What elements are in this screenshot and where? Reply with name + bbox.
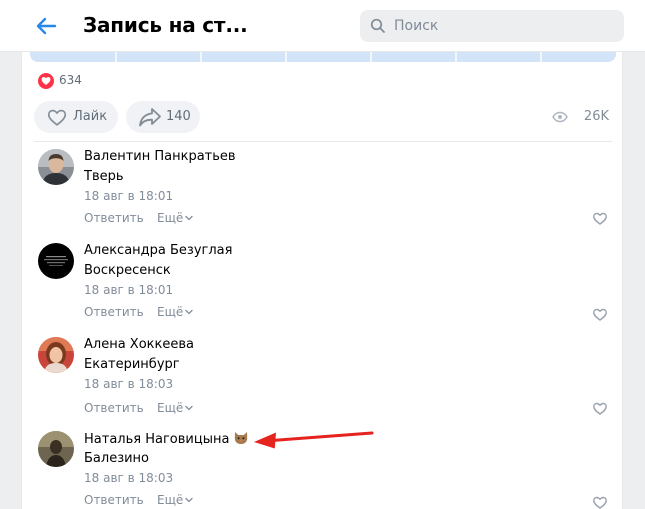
post-media[interactable] bbox=[30, 52, 616, 62]
reply-button[interactable]: Ответить bbox=[84, 305, 144, 319]
comment-date[interactable]: 18 авг в 18:01 bbox=[84, 283, 173, 297]
more-button[interactable]: Ещё bbox=[157, 211, 193, 225]
share-icon bbox=[139, 108, 161, 127]
search-icon bbox=[370, 18, 385, 33]
comment-item: Валентин Панкратьев Тверь 18 авг в 18:01… bbox=[22, 149, 622, 243]
share-count: 140 bbox=[166, 109, 191, 124]
comment-author[interactable]: Александра Безуглая bbox=[84, 243, 232, 258]
more-label: Ещё bbox=[157, 401, 184, 415]
avatar[interactable] bbox=[38, 243, 74, 279]
comment-author[interactable]: Валентин Панкратьев bbox=[84, 149, 236, 164]
chevron-down-icon bbox=[185, 309, 193, 315]
top-header: Запись на ст... bbox=[0, 0, 645, 52]
comment-like-heart-icon[interactable] bbox=[592, 400, 608, 416]
avatar[interactable] bbox=[38, 149, 74, 185]
like-label: Лайк bbox=[73, 109, 108, 124]
post-actions: Лайк 140 26K bbox=[34, 101, 612, 133]
reply-button[interactable]: Ответить bbox=[84, 401, 144, 415]
comment-author[interactable]: Наталья Наговицына bbox=[84, 431, 249, 447]
cat-emoji-icon bbox=[233, 431, 249, 445]
more-label: Ещё bbox=[157, 211, 184, 225]
comment-like-heart-icon[interactable] bbox=[592, 210, 608, 226]
more-label: Ещё bbox=[157, 493, 184, 507]
avatar[interactable] bbox=[38, 431, 74, 467]
more-button[interactable]: Ещё bbox=[157, 493, 193, 507]
comment-text: Воскресенск bbox=[84, 263, 171, 278]
views-count: 26K bbox=[583, 109, 609, 124]
reply-button[interactable]: Ответить bbox=[84, 211, 144, 225]
comment-text: Балезино bbox=[84, 451, 150, 466]
comment-date[interactable]: 18 авг в 18:03 bbox=[84, 471, 173, 485]
comment-text: Екатеринбург bbox=[84, 357, 180, 372]
comment-like-heart-icon[interactable] bbox=[592, 306, 608, 322]
eye-icon bbox=[552, 111, 568, 123]
like-button[interactable]: Лайк bbox=[34, 101, 118, 133]
share-button[interactable]: 140 bbox=[126, 101, 200, 133]
chevron-down-icon bbox=[185, 215, 193, 221]
comment-date[interactable]: 18 авг в 18:01 bbox=[84, 189, 173, 203]
more-button[interactable]: Ещё bbox=[157, 401, 193, 415]
comment-author[interactable]: Алена Хоккеева bbox=[84, 337, 194, 352]
search-input[interactable] bbox=[394, 10, 614, 42]
likes-count: 634 bbox=[59, 73, 82, 87]
comment-item: Алена Хоккеева Екатеринбург 18 авг в 18:… bbox=[22, 337, 622, 431]
divider bbox=[34, 141, 612, 142]
avatar[interactable] bbox=[38, 337, 74, 373]
reply-button[interactable]: Ответить bbox=[84, 493, 144, 507]
comment-date[interactable]: 18 авг в 18:03 bbox=[84, 377, 173, 391]
more-button[interactable]: Ещё bbox=[157, 305, 193, 319]
page-title: Запись на ст... bbox=[83, 13, 248, 37]
comment-author-name: Наталья Наговицына bbox=[84, 432, 230, 447]
search-box[interactable] bbox=[360, 10, 624, 42]
chevron-down-icon bbox=[185, 405, 193, 411]
back-arrow-icon[interactable] bbox=[32, 12, 60, 40]
comment-item: Александра Безуглая Воскресенск 18 авг в… bbox=[22, 243, 622, 337]
annotation-arrow-icon bbox=[254, 431, 374, 449]
comment-text: Тверь bbox=[84, 169, 124, 184]
views-counter: 26K bbox=[552, 109, 612, 125]
heart-icon bbox=[38, 73, 54, 89]
chevron-down-icon bbox=[185, 497, 193, 503]
comment-like-heart-icon[interactable] bbox=[592, 494, 608, 509]
more-label: Ещё bbox=[157, 305, 184, 319]
heart-icon bbox=[47, 109, 67, 126]
